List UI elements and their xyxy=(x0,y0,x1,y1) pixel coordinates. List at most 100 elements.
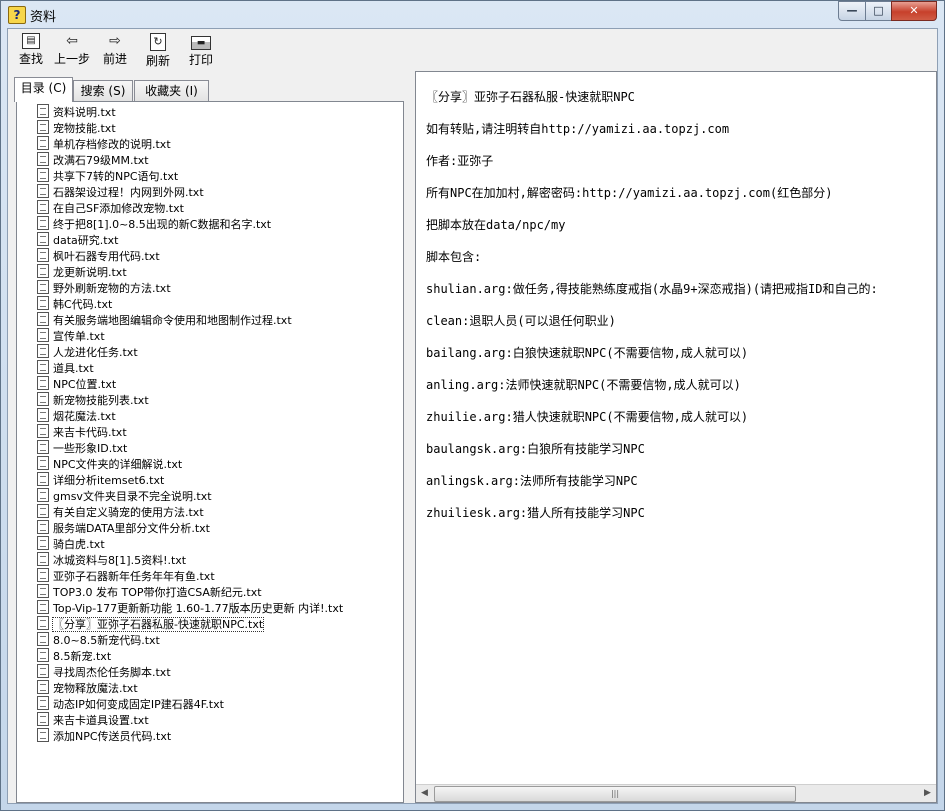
tree-item-label: 冰城资料与8[1].5资料!.txt xyxy=(53,554,187,567)
document-line: 如有转贴,请注明转自http://yamizi.aa.topzj.com xyxy=(426,122,730,136)
tree-item-label: 8.0~8.5新宠代码.txt xyxy=(53,634,160,647)
tree-item[interactable]: 单机存档修改的说明.txt xyxy=(37,136,171,152)
tree-item[interactable]: 石器架设过程！内网到外网.txt xyxy=(37,184,204,200)
tree-item-label: 韩C代码.txt xyxy=(53,298,113,311)
maximize-button[interactable]: □ xyxy=(865,1,892,21)
tree-item[interactable]: 有关自定义骑宠的使用方法.txt xyxy=(37,504,204,520)
tree-item[interactable]: data研究.txt xyxy=(37,232,118,248)
scroll-thumb[interactable]: ||| xyxy=(434,786,796,802)
tree-item-label: 野外刷新宠物的方法.txt xyxy=(53,282,171,295)
find-label: 查找 xyxy=(18,52,43,66)
document-icon xyxy=(37,376,49,390)
document-icon xyxy=(37,312,49,326)
document-line: clean:退职人员(可以退任何职业) xyxy=(426,314,616,328)
tree-item[interactable]: 资料说明.txt xyxy=(37,104,116,120)
tree-item[interactable]: 在自己SF添加修改宠物.txt xyxy=(37,200,184,216)
tree-item-label: 宠物释放魔法.txt xyxy=(53,682,138,695)
tree-item[interactable]: 有关服务端地图编辑命令使用和地图制作过程.txt xyxy=(37,312,292,328)
tree-item[interactable]: 终于把8[1].0~8.5出现的新C数据和名字.txt xyxy=(37,216,271,232)
back-label: 上一步 xyxy=(53,52,90,66)
tree-item[interactable]: 亚弥子石器新年任务年年有鱼.txt xyxy=(37,568,215,584)
tree-item[interactable]: TOP3.0 发布 TOP带你打造CSA新纪元.txt xyxy=(37,584,262,600)
tree-item[interactable]: 宠物技能.txt xyxy=(37,120,116,136)
refresh-button[interactable]: ↻ 刷新 xyxy=(138,33,178,69)
document-icon xyxy=(37,648,49,662)
tree-item-label: 8.5新宠.txt xyxy=(53,650,112,663)
tree-item[interactable]: 宣传单.txt xyxy=(37,328,105,344)
tree-item[interactable]: NPC位置.txt xyxy=(37,376,116,392)
tree-item[interactable]: 改满石79级MM.txt xyxy=(37,152,149,168)
tree-item-label: 来吉卡代码.txt xyxy=(53,426,127,439)
tree-item[interactable]: 来吉卡代码.txt xyxy=(37,424,127,440)
help-book-icon: ? xyxy=(8,6,26,24)
tree-item[interactable]: 寻找周杰伦任务脚本.txt xyxy=(37,664,171,680)
tree-item-label: 添加NPC传送员代码.txt xyxy=(53,730,172,743)
document-icon xyxy=(37,248,49,262)
tree-item[interactable]: 详细分析itemset6.txt xyxy=(37,472,164,488)
tree-item[interactable]: 烟花魔法.txt xyxy=(37,408,116,424)
tree-item[interactable]: 服务端DATA里部分文件分析.txt xyxy=(37,520,210,536)
contents-tree[interactable]: 资料说明.txt 宠物技能.txt 单机存档修改的说明.txt 改满石79级MM.tx… xyxy=(16,101,404,803)
document-icon xyxy=(37,408,49,422)
document-icon xyxy=(37,680,49,694)
tree-item[interactable]: 来吉卡道具设置.txt xyxy=(37,712,149,728)
document-icon xyxy=(37,184,49,198)
tree-item[interactable]: Top-Vip-177更新新功能 1.60-1.77版本历史更新 内详!.txt xyxy=(37,600,343,616)
close-button[interactable]: ✕ xyxy=(891,1,937,21)
document-line: bailang.arg:白狼快速就职NPC(不需要信物,成人就可以) xyxy=(426,346,749,360)
document-icon xyxy=(37,664,49,678)
tree-item[interactable]: 动态IP如何变成固定IP建石器4F.txt xyxy=(37,696,224,712)
tree-item-label: 来吉卡道具设置.txt xyxy=(53,714,149,727)
tab-contents[interactable]: 目录 (C) xyxy=(14,77,73,102)
document-icon xyxy=(37,616,49,630)
scroll-left-icon[interactable]: ◀ xyxy=(416,785,433,802)
find-button[interactable]: ▤ 查找 xyxy=(11,33,51,67)
tree-item[interactable]: gmsv文件夹目录不完全说明.txt xyxy=(37,488,212,504)
tree-item[interactable]: 〖分享〗亚弥子石器私服-快速就职NPC.txt xyxy=(37,616,265,632)
document-view[interactable]: zhuiliesk.arg:猎人所有技能学习NPC anlingsk.arg:法师… xyxy=(415,71,937,803)
document-icon xyxy=(37,584,49,598)
tab-favorites[interactable]: 收藏夹 (I) xyxy=(134,80,209,101)
tree-item[interactable]: 道具.txt xyxy=(37,360,94,376)
tree-item[interactable]: 冰城资料与8[1].5资料!.txt xyxy=(37,552,186,568)
document-icon xyxy=(37,200,49,214)
forward-button[interactable]: ⇨ 前进 xyxy=(95,33,135,67)
tree-item[interactable]: 韩C代码.txt xyxy=(37,296,112,312)
document-icon xyxy=(37,392,49,406)
document-icon xyxy=(37,568,49,582)
tree-item-label: gmsv文件夹目录不完全说明.txt xyxy=(53,490,212,503)
tree-item-label: 枫叶石器专用代码.txt xyxy=(53,250,160,263)
document-icon xyxy=(37,632,49,646)
document-line: shulian.arg:做任务,得技能熟练度戒指(水晶9+深恋戒指)(请把戒指I… xyxy=(426,282,878,296)
horizontal-scrollbar[interactable]: ◀ ||| ▶ xyxy=(416,784,936,802)
tree-item[interactable]: 野外刷新宠物的方法.txt xyxy=(37,280,171,296)
tree-item-label: 龙更新说明.txt xyxy=(53,266,127,279)
tree-item[interactable]: 龙更新说明.txt xyxy=(37,264,127,280)
tree-item[interactable]: 共享下7转的NPC语句.txt xyxy=(37,168,178,184)
tree-item[interactable]: 一些形象ID.txt xyxy=(37,440,127,456)
document-icon xyxy=(37,488,49,502)
document-title: 〖分享〗亚弥子石器私服-快速就职NPC xyxy=(426,90,635,104)
back-button[interactable]: ⇦ 上一步 xyxy=(52,33,92,67)
tree-item-label: 烟花魔法.txt xyxy=(53,410,116,423)
tree-item[interactable]: 人龙进化任务.txt xyxy=(37,344,138,360)
document-icon xyxy=(37,472,49,486)
tree-item-label: 〖分享〗亚弥子石器私服-快速就职NPC.txt xyxy=(51,617,265,632)
tree-item[interactable]: 8.0~8.5新宠代码.txt xyxy=(37,632,160,648)
document-icon xyxy=(37,152,49,166)
print-button[interactable]: ▬ 打印 xyxy=(181,33,221,68)
tree-item[interactable]: 添加NPC传送员代码.txt xyxy=(37,728,171,744)
document-icon xyxy=(37,504,49,518)
tree-item[interactable]: 新宠物技能列表.txt xyxy=(37,392,149,408)
scroll-right-icon[interactable]: ▶ xyxy=(919,785,936,802)
tree-item[interactable]: 枫叶石器专用代码.txt xyxy=(37,248,160,264)
tree-item-label: 服务端DATA里部分文件分析.txt xyxy=(53,522,210,535)
tree-item-label: 寻找周杰伦任务脚本.txt xyxy=(53,666,171,679)
minimize-button[interactable]: — xyxy=(838,1,866,21)
tab-search[interactable]: 搜索 (S) xyxy=(73,80,133,101)
tree-item[interactable]: 宠物释放魔法.txt xyxy=(37,680,138,696)
toolbar: ▤ 查找 ⇦ 上一步 ⇨ 前进 ↻ 刷新 ▬ 打印 xyxy=(8,29,937,71)
tree-item[interactable]: NPC文件夹的详细解说.txt xyxy=(37,456,182,472)
tree-item[interactable]: 8.5新宠.txt xyxy=(37,648,111,664)
tree-item[interactable]: 骑白虎.txt xyxy=(37,536,105,552)
